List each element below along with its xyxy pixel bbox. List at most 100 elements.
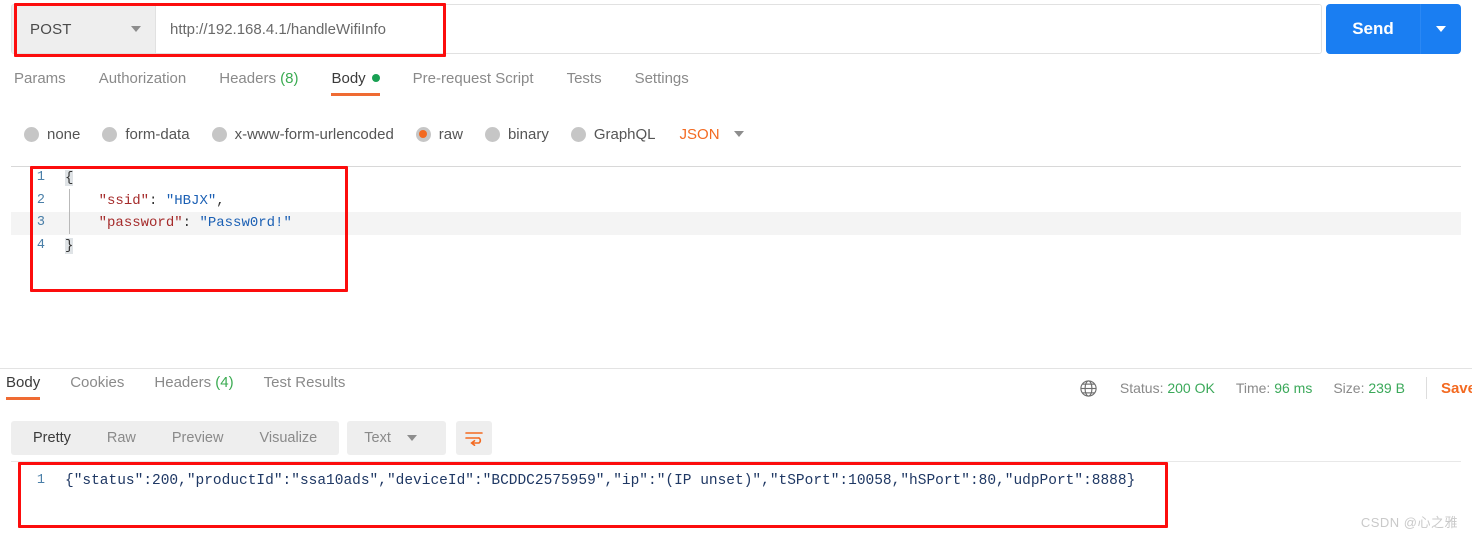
word-wrap-button[interactable]	[455, 421, 492, 455]
body-type-selector: none form-data x-www-form-urlencoded raw…	[0, 120, 744, 148]
tab-authorization[interactable]: Authorization	[99, 70, 187, 96]
meta-divider	[1425, 377, 1427, 399]
chevron-down-icon	[406, 435, 417, 441]
status-meta: Status: 200 OK	[1120, 380, 1215, 396]
json-key: "ssid"	[98, 192, 150, 209]
chevron-down-icon	[733, 131, 744, 137]
tab-tests-label: Tests	[566, 70, 602, 87]
tab-headers[interactable]: Headers (8)	[219, 70, 298, 96]
http-method-label: POST	[30, 20, 72, 38]
response-tab-test-results-label: Test Results	[263, 374, 346, 391]
response-format-label: Text	[364, 430, 391, 446]
body-type-raw-label: raw	[438, 125, 463, 143]
watermark: CSDN @心之雅	[1360, 515, 1458, 530]
response-view-toolbar: Pretty Raw Preview Visualize Text	[11, 421, 492, 455]
status-label: Status:	[1119, 380, 1164, 396]
time-meta: Time: 96 ms	[1236, 380, 1313, 396]
response-tab-body-label: Body	[6, 374, 41, 391]
tab-headers-label: Headers	[219, 70, 276, 87]
body-type-form-data[interactable]: form-data	[102, 125, 190, 143]
code-fold-guide	[69, 189, 70, 234]
response-tabs: Body Cookies Headers (4) Test Results	[0, 374, 375, 408]
line-number: 1	[36, 170, 45, 185]
line-number: 1	[36, 473, 45, 488]
url-input-group: POST http://192.168.4.1/handleWifiInfo	[11, 4, 1322, 54]
time-value: 96 ms	[1274, 380, 1313, 396]
tab-tests[interactable]: Tests	[567, 70, 602, 96]
response-meta-bar: Status: 200 OK Time: 96 ms Size: 239 B S…	[1079, 376, 1472, 400]
radio-icon	[211, 126, 227, 142]
chevron-down-icon	[131, 26, 141, 32]
response-body-viewer[interactable]: 1 {"status":200,"productId":"ssa10ads","…	[11, 461, 1461, 531]
response-tab-headers-label: Headers	[154, 374, 212, 391]
radio-icon	[570, 126, 586, 142]
body-type-graphql[interactable]: GraphQL	[570, 125, 656, 143]
view-pretty[interactable]: Pretty	[15, 421, 89, 455]
body-type-form-data-label: form-data	[125, 125, 190, 143]
tab-pre-request-script[interactable]: Pre-request Script	[413, 70, 534, 96]
view-preview[interactable]: Preview	[154, 421, 242, 455]
response-tab-headers[interactable]: Headers (4)	[154, 374, 233, 400]
view-raw[interactable]: Raw	[89, 421, 154, 455]
tab-authorization-label: Authorization	[98, 70, 187, 87]
tab-params-label: Params	[14, 70, 66, 87]
size-value: 239 B	[1368, 380, 1405, 396]
body-type-raw[interactable]: raw	[415, 125, 463, 143]
size-label: Size:	[1333, 380, 1365, 396]
body-format-label: JSON	[679, 125, 720, 143]
json-separator: :	[182, 215, 200, 231]
radio-selected-icon	[415, 126, 431, 142]
json-comma: ,	[216, 192, 225, 209]
pane-divider[interactable]	[0, 368, 1472, 369]
body-type-none[interactable]: none	[24, 126, 80, 143]
request-code-area[interactable]: 1 { 2 "ssid": "HBJX", 3 "password": "Pas…	[11, 167, 1461, 257]
tab-body-label: Body	[331, 70, 366, 87]
response-format-select[interactable]: Text	[347, 421, 446, 455]
request-url-input[interactable]: http://192.168.4.1/handleWifiInfo	[156, 5, 1321, 53]
line-number: 4	[36, 237, 45, 253]
json-separator: :	[149, 192, 166, 209]
json-value: "HBJX"	[165, 192, 217, 209]
save-response-link[interactable]: Save	[1441, 380, 1472, 397]
json-value: "Passw0rd!"	[199, 215, 292, 231]
line-number: 2	[36, 192, 45, 208]
radio-icon	[484, 126, 500, 142]
body-type-graphql-label: GraphQL	[593, 125, 656, 143]
body-type-urlencoded-label: x-www-form-urlencoded	[234, 125, 394, 143]
tab-settings[interactable]: Settings	[635, 70, 689, 96]
body-format-select[interactable]: JSON	[680, 126, 744, 143]
request-tabs: Params Authorization Headers (8) Body Pr…	[0, 70, 722, 106]
radio-icon	[24, 126, 39, 142]
view-visualize[interactable]: Visualize	[241, 421, 335, 455]
line-number: 3	[36, 215, 45, 230]
request-url-bar: POST http://192.168.4.1/handleWifiInfo S…	[0, 0, 1472, 59]
send-button[interactable]: Send	[1326, 4, 1421, 54]
time-label: Time:	[1235, 380, 1271, 396]
response-tab-cookies-label: Cookies	[70, 374, 125, 391]
json-open-brace: {	[65, 170, 74, 186]
json-close-brace: }	[65, 237, 74, 254]
tab-params[interactable]: Params	[14, 70, 66, 96]
request-body-editor[interactable]: 1 { 2 "ssid": "HBJX", 3 "password": "Pas…	[11, 166, 1461, 356]
send-button-group: Send	[1326, 4, 1461, 54]
body-type-urlencoded[interactable]: x-www-form-urlencoded	[211, 125, 394, 143]
body-modified-dot-icon	[371, 74, 380, 82]
response-view-segmented-control: Pretty Raw Preview Visualize	[11, 421, 340, 455]
response-tab-cookies[interactable]: Cookies	[70, 374, 124, 400]
response-tab-body[interactable]: Body	[6, 374, 41, 400]
tab-pre-request-script-label: Pre-request Script	[412, 70, 534, 87]
tab-body[interactable]: Body	[331, 70, 380, 96]
chevron-down-icon	[1436, 26, 1446, 32]
response-tab-test-results[interactable]: Test Results	[264, 374, 346, 400]
send-options-button[interactable]	[1421, 4, 1461, 54]
http-method-select[interactable]: POST	[12, 5, 156, 53]
status-value: 200 OK	[1167, 380, 1215, 396]
radio-icon	[102, 126, 118, 142]
code-line: 3 "password": "Passw0rd!"	[11, 212, 1461, 235]
response-tab-headers-count: (4)	[215, 374, 234, 391]
size-meta: Size: 239 B	[1333, 380, 1405, 396]
globe-icon[interactable]	[1079, 379, 1098, 398]
code-line: 2 "ssid": "HBJX",	[11, 190, 1461, 213]
code-line: 4 }	[11, 235, 1461, 258]
body-type-binary[interactable]: binary	[484, 126, 549, 143]
